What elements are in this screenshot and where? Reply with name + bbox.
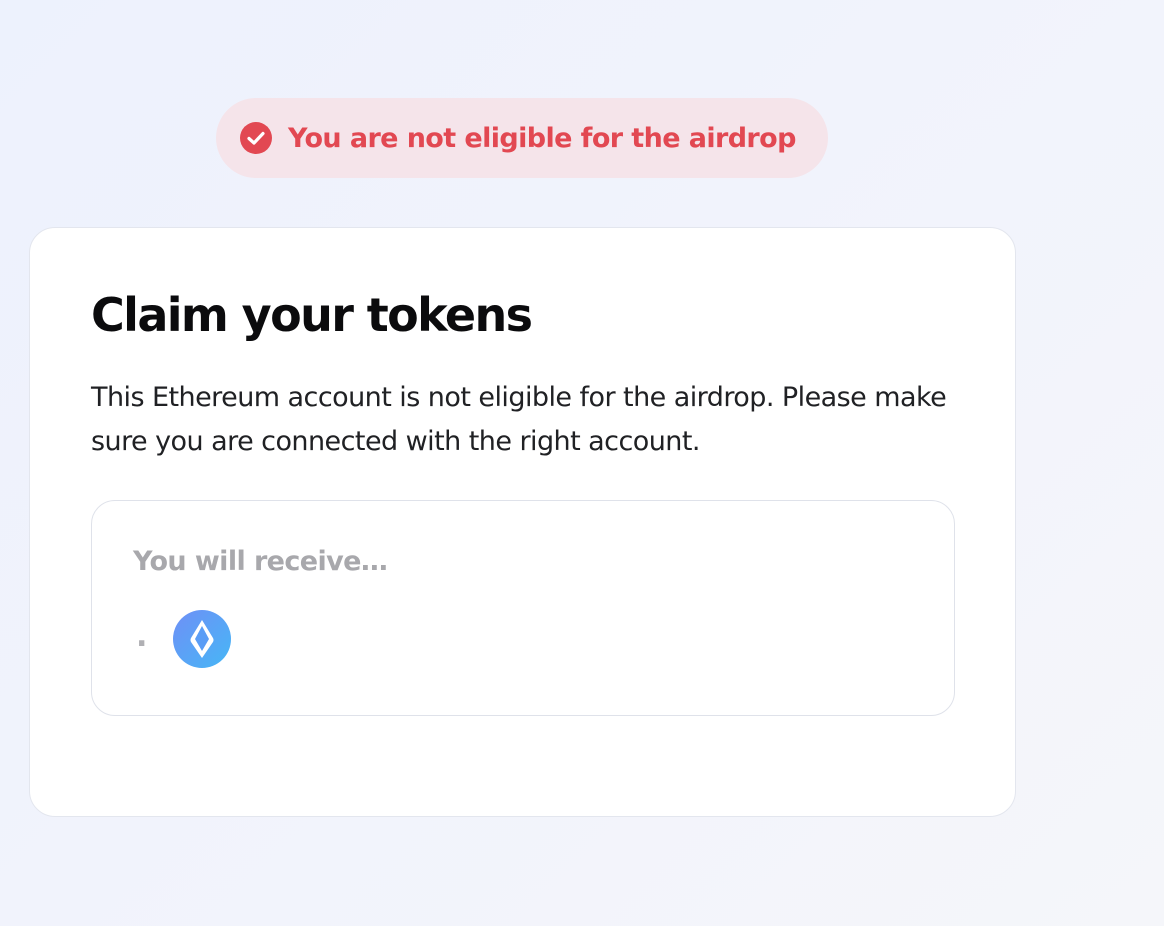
receive-panel: You will receive… . — [91, 500, 955, 716]
receive-label: You will receive… — [133, 546, 388, 577]
claim-card: Claim your tokens This Ethereum account … — [29, 227, 1016, 817]
ens-token-icon — [172, 609, 232, 669]
token-amount: . — [136, 619, 148, 654]
card-description: This Ethereum account is not eligible fo… — [91, 382, 947, 457]
eligibility-status-text: You are not eligible for the airdrop — [288, 122, 796, 154]
check-circle-icon — [240, 122, 272, 154]
card-title: Claim your tokens — [91, 288, 533, 342]
eligibility-status-banner: You are not eligible for the airdrop — [216, 98, 828, 178]
